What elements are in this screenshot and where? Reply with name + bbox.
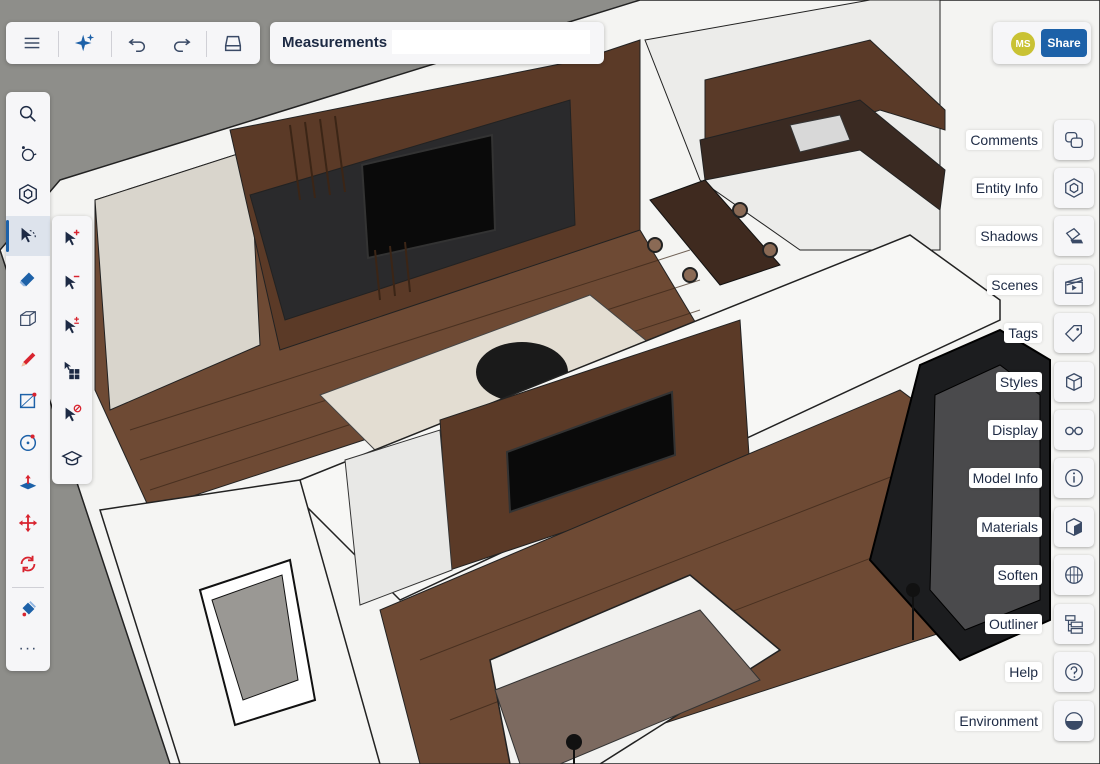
tags-icon — [1054, 313, 1094, 353]
info-icon — [1054, 458, 1094, 498]
select-none-tool[interactable] — [52, 392, 92, 436]
rotate-tool[interactable] — [6, 544, 50, 584]
select-subtract-tool[interactable] — [52, 260, 92, 304]
select-learn-icon — [61, 450, 83, 466]
panel-help[interactable]: Help — [860, 652, 1100, 692]
save-button[interactable] — [207, 22, 259, 64]
panel-scenes[interactable]: Scenes — [860, 265, 1100, 305]
select-add-tool[interactable] — [52, 216, 92, 260]
environment-icon — [1054, 701, 1094, 741]
panel-label: Model Info — [968, 468, 1042, 488]
panel-environment[interactable]: Environment — [860, 701, 1100, 741]
rectangle-tool[interactable] — [6, 381, 50, 421]
panel-materials[interactable]: Materials — [860, 507, 1100, 547]
move-icon — [18, 513, 38, 533]
comments-icon — [1054, 120, 1094, 160]
panel-label: Scenes — [987, 275, 1042, 295]
ai-assistant-button[interactable] — [59, 22, 111, 64]
save-tray-icon — [224, 35, 242, 52]
styles-icon — [1054, 362, 1094, 402]
panel-label: Styles — [995, 372, 1042, 392]
paint-bucket-tool[interactable] — [6, 589, 50, 629]
measurements-box: Measurements — [270, 22, 604, 64]
soften-icon — [1054, 555, 1094, 595]
more-tools-button[interactable]: ··· — [6, 629, 50, 669]
main-toolbar — [6, 22, 260, 64]
select-subtract-icon — [65, 275, 80, 290]
panel-label: Tags — [1004, 323, 1042, 343]
component-icon — [19, 184, 37, 204]
circle-tool[interactable] — [6, 422, 50, 462]
panel-model-info[interactable]: Model Info — [860, 458, 1100, 498]
panel-comments[interactable]: Comments — [860, 120, 1100, 160]
redo-icon — [174, 38, 191, 52]
rotate-icon — [20, 555, 36, 573]
materials-icon — [1054, 507, 1094, 547]
help-icon — [1054, 652, 1094, 692]
select-toggle-icon — [65, 316, 79, 334]
entity-info-icon — [1054, 168, 1094, 208]
glasses-icon — [1054, 410, 1094, 450]
push-pull-tool[interactable] — [6, 463, 50, 503]
select-tool[interactable] — [6, 216, 50, 256]
scenes-icon — [1054, 265, 1094, 305]
search-tool[interactable] — [6, 94, 50, 134]
orbit-icon — [21, 146, 37, 162]
panel-display[interactable]: Display — [860, 410, 1100, 450]
panel-label: Materials — [977, 517, 1042, 537]
main-menu-button[interactable] — [6, 22, 58, 64]
select-all-icon — [64, 361, 80, 380]
panel-label: Outliner — [984, 614, 1042, 634]
panel-label: Soften — [993, 565, 1042, 585]
search-icon — [19, 105, 36, 122]
measurements-label: Measurements — [282, 34, 388, 51]
right-panel-stack: Comments Entity Info Shadows Scenes Tags… — [860, 0, 1100, 764]
circle-icon — [19, 434, 37, 451]
panel-label: Comments — [966, 130, 1042, 150]
more-icon: ··· — [18, 640, 38, 657]
panel-entity-info[interactable]: Entity Info — [860, 168, 1100, 208]
rectangle-icon — [19, 392, 37, 409]
panel-label: Entity Info — [971, 178, 1042, 198]
undo-icon — [128, 38, 145, 52]
paint-bucket-icon — [22, 601, 36, 617]
box-icon — [20, 311, 36, 327]
select-all-tool[interactable] — [52, 348, 92, 392]
panel-label: Environment — [955, 711, 1042, 731]
panel-styles[interactable]: Styles — [860, 362, 1100, 402]
measurements-input[interactable] — [392, 30, 590, 54]
orbit-tool[interactable] — [6, 134, 50, 174]
outliner-icon — [1054, 604, 1094, 644]
select-learn-tool[interactable] — [52, 436, 92, 480]
pencil-icon — [21, 352, 36, 367]
redo-button[interactable] — [156, 22, 208, 64]
tool-palette: ··· — [6, 92, 50, 671]
box-tool[interactable] — [6, 299, 50, 339]
panel-label: Shadows — [976, 226, 1042, 246]
select-none-icon — [65, 404, 82, 422]
shadows-icon — [1054, 216, 1094, 256]
push-pull-icon — [19, 474, 37, 490]
move-tool[interactable] — [6, 503, 50, 543]
eraser-icon — [19, 272, 35, 287]
panel-tags[interactable]: Tags — [860, 313, 1100, 353]
select-toggle-tool[interactable] — [52, 304, 92, 348]
component-tool[interactable] — [6, 174, 50, 214]
sparkles-icon — [74, 33, 95, 52]
select-icon — [21, 227, 36, 243]
panel-label: Display — [988, 420, 1042, 440]
hamburger-menu-icon — [24, 37, 40, 49]
select-add-icon — [65, 229, 80, 246]
pencil-tool[interactable] — [6, 340, 50, 380]
panel-shadows[interactable]: Shadows — [860, 216, 1100, 256]
panel-soften[interactable]: Soften — [860, 555, 1100, 595]
panel-label: Help — [1005, 662, 1042, 682]
panel-outliner[interactable]: Outliner — [860, 604, 1100, 644]
select-subtools-flyout — [52, 216, 92, 484]
eraser-tool[interactable] — [6, 258, 50, 298]
